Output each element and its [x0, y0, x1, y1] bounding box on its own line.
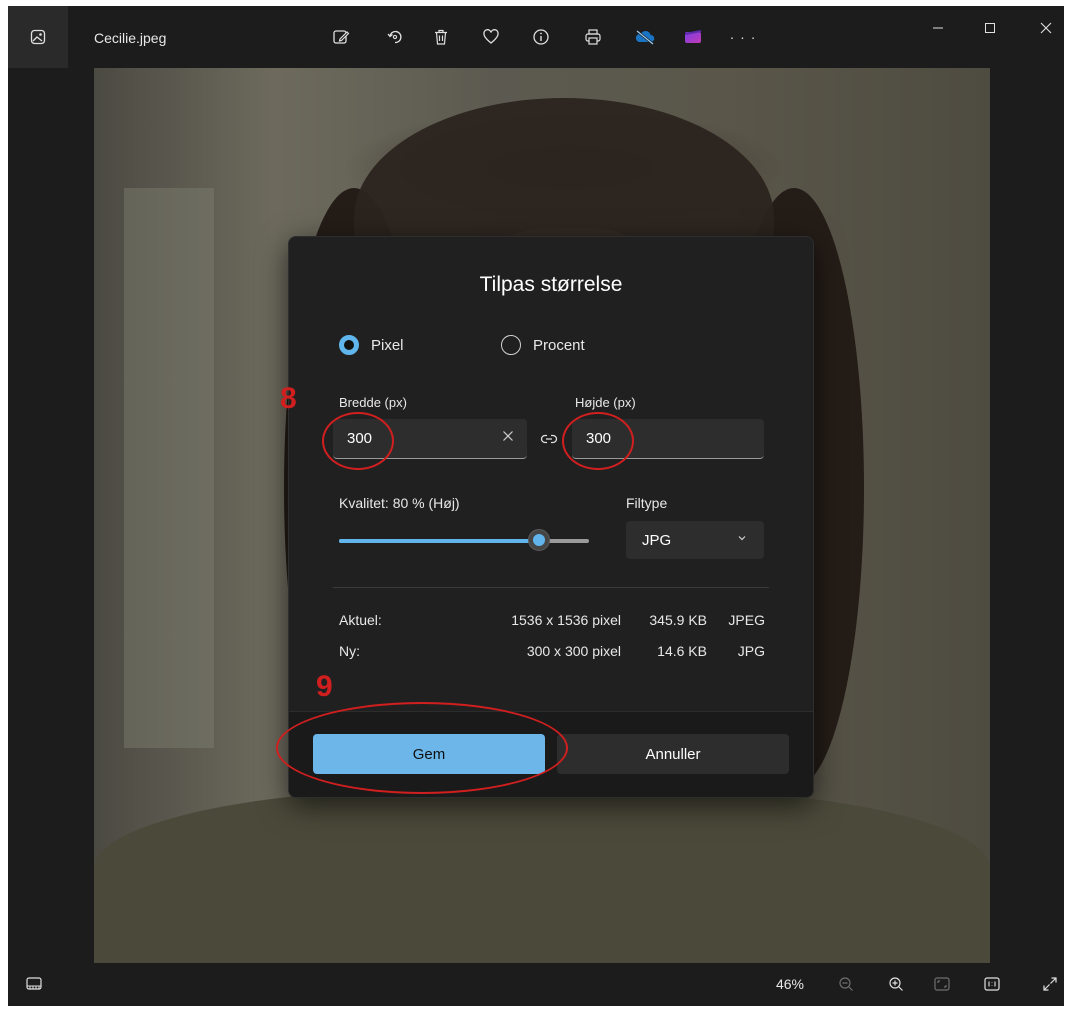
status-bar: 46%: [8, 963, 1064, 1006]
quality-slider-thumb[interactable]: [528, 529, 550, 551]
quality-slider-fill: [339, 539, 539, 543]
clipchamp-icon: [684, 30, 702, 43]
gallery-back-button[interactable]: [8, 6, 68, 68]
delete-icon: [435, 29, 447, 45]
radio-percent-label: Procent: [533, 336, 585, 354]
photos-window: Cecilie.jpeg · · · 46% Tilpas størrelse …: [8, 6, 1064, 1006]
new-size: 14.6 KB: [657, 643, 707, 659]
width-label: Bredde (px): [339, 395, 407, 410]
fullscreen-button[interactable]: [1038, 973, 1062, 995]
onedrive-button[interactable]: [632, 24, 658, 50]
fit-screen-icon: [934, 977, 950, 991]
info-button[interactable]: [528, 24, 554, 50]
clipchamp-button[interactable]: [680, 24, 706, 50]
link-icon: [540, 434, 558, 444]
maximize-icon: [985, 23, 995, 33]
file-name: Cecilie.jpeg: [94, 30, 167, 46]
zoom-out-icon: [839, 977, 853, 991]
fullscreen-icon: [1043, 977, 1057, 991]
filetype-value: JPG: [642, 532, 672, 549]
annotation-circle-height: [562, 412, 634, 470]
new-dimensions: 300 x 300 pixel: [526, 643, 621, 659]
minimize-icon: [933, 27, 943, 29]
annotation-circle-width: [322, 412, 394, 470]
zoom-out-button[interactable]: [834, 973, 858, 995]
current-type: JPEG: [728, 612, 765, 628]
rotate-button[interactable]: [382, 24, 408, 50]
title-bar: Cecilie.jpeg · · ·: [8, 6, 1064, 68]
gallery-icon: [30, 29, 46, 45]
new-type: JPG: [737, 643, 765, 659]
maximize-button[interactable]: [970, 14, 1010, 42]
photo-sweater: [94, 788, 990, 963]
favorite-button[interactable]: [478, 24, 504, 50]
chevron-down-icon: [736, 531, 748, 549]
edit-icon: [333, 30, 350, 44]
radio-percent[interactable]: Procent: [501, 335, 585, 355]
filetype-dropdown[interactable]: JPG: [626, 521, 764, 559]
radio-pixel[interactable]: Pixel: [339, 335, 404, 355]
rotate-icon: [387, 30, 402, 44]
quality-label: Kvalitet: 80 % (Høj): [339, 495, 460, 511]
heart-icon: [483, 29, 499, 44]
photo-background-window: [124, 188, 214, 748]
close-icon: [1040, 22, 1052, 34]
zoom-level[interactable]: 46%: [770, 973, 810, 995]
info-icon: [533, 29, 549, 45]
current-label: Aktuel:: [339, 612, 382, 628]
dialog-title: Tilpas størrelse: [479, 273, 623, 296]
print-icon: [585, 29, 601, 45]
current-size: 345.9 KB: [649, 612, 707, 628]
radio-pixel-indicator[interactable]: [339, 335, 359, 355]
minimize-button[interactable]: [918, 14, 958, 42]
annotation-step-9: 9: [316, 670, 333, 703]
dialog-divider: [333, 587, 769, 588]
more-button[interactable]: · · ·: [728, 24, 758, 50]
radio-percent-indicator[interactable]: [501, 335, 521, 355]
current-dimensions: 1536 x 1536 pixel: [511, 612, 621, 628]
close-button[interactable]: [1026, 14, 1064, 42]
print-button[interactable]: [580, 24, 606, 50]
filmstrip-icon: [26, 977, 42, 990]
clear-icon: [503, 431, 513, 441]
actual-size-button[interactable]: [980, 973, 1004, 995]
annotation-step-8: 8: [280, 382, 297, 415]
annotation-circle-save: [276, 702, 568, 794]
clear-width-button[interactable]: [501, 429, 515, 448]
zoom-in-icon: [889, 977, 903, 991]
new-label: Ny:: [339, 643, 360, 659]
height-label: Højde (px): [575, 395, 636, 410]
aspect-ratio-lock-button[interactable]: [539, 429, 559, 454]
delete-button[interactable]: [428, 24, 454, 50]
fit-to-window-button[interactable]: [930, 973, 954, 995]
actual-size-icon: [984, 977, 1000, 991]
filmstrip-button[interactable]: [22, 973, 46, 995]
slider-thumb-center: [533, 534, 545, 546]
cancel-button[interactable]: Annuller: [557, 734, 789, 774]
more-icon: · · ·: [729, 29, 757, 45]
radio-pixel-label: Pixel: [371, 336, 404, 354]
onedrive-icon: [635, 30, 655, 45]
zoom-in-button[interactable]: [884, 973, 908, 995]
filetype-label: Filtype: [626, 495, 668, 511]
edit-button[interactable]: [328, 24, 354, 50]
